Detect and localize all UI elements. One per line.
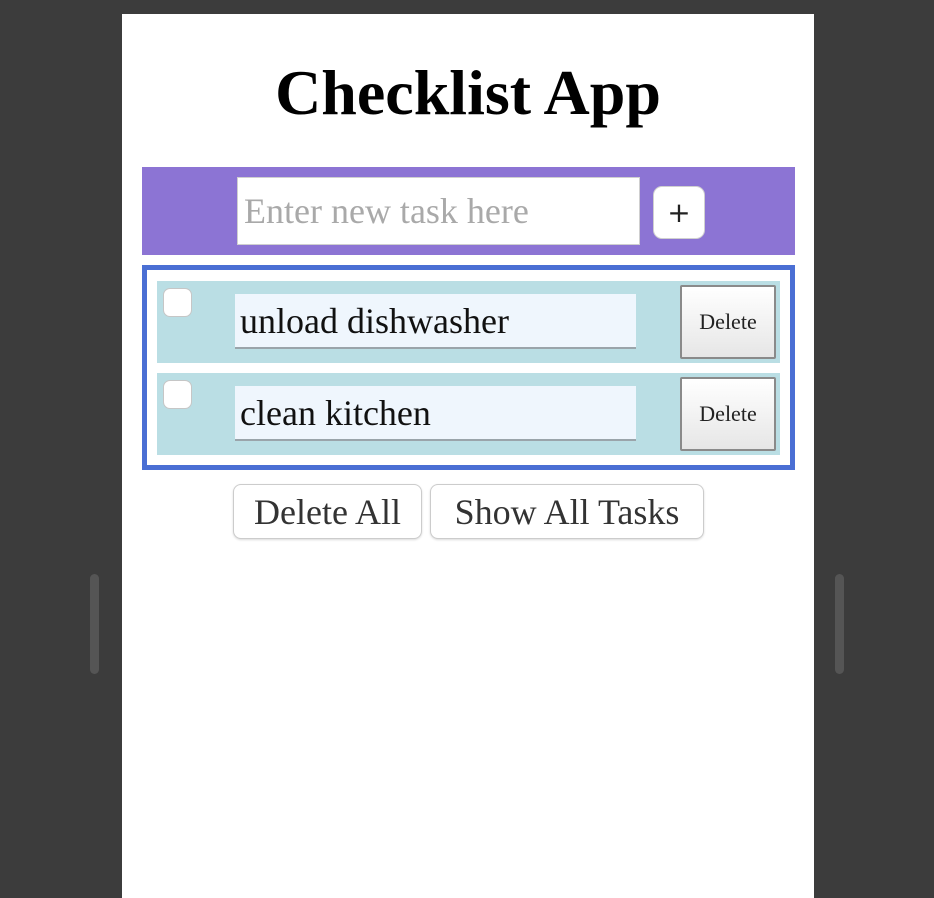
task-list: Delete Delete: [142, 265, 795, 470]
app-viewport: Checklist App + Delete Delete Delete All…: [0, 0, 934, 898]
app-page: Checklist App + Delete Delete Delete All…: [122, 14, 814, 898]
task-text-field[interactable]: [235, 294, 636, 349]
right-scroll-handle[interactable]: [835, 574, 844, 674]
task-item: Delete: [157, 281, 780, 363]
show-all-tasks-button[interactable]: Show All Tasks: [430, 484, 704, 539]
delete-task-button[interactable]: Delete: [680, 377, 776, 451]
footer-actions: Delete All Show All Tasks: [122, 484, 814, 540]
task-item: Delete: [157, 373, 780, 455]
delete-all-button[interactable]: Delete All: [233, 484, 422, 539]
task-checkbox[interactable]: [163, 288, 192, 317]
add-task-button[interactable]: +: [653, 186, 705, 239]
page-title: Checklist App: [275, 57, 661, 128]
task-checkbox[interactable]: [163, 380, 192, 409]
task-text-field[interactable]: [235, 386, 636, 441]
left-scroll-handle[interactable]: [90, 574, 99, 674]
delete-task-button[interactable]: Delete: [680, 285, 776, 359]
new-task-input[interactable]: [237, 177, 640, 245]
new-task-bar: +: [142, 167, 795, 255]
